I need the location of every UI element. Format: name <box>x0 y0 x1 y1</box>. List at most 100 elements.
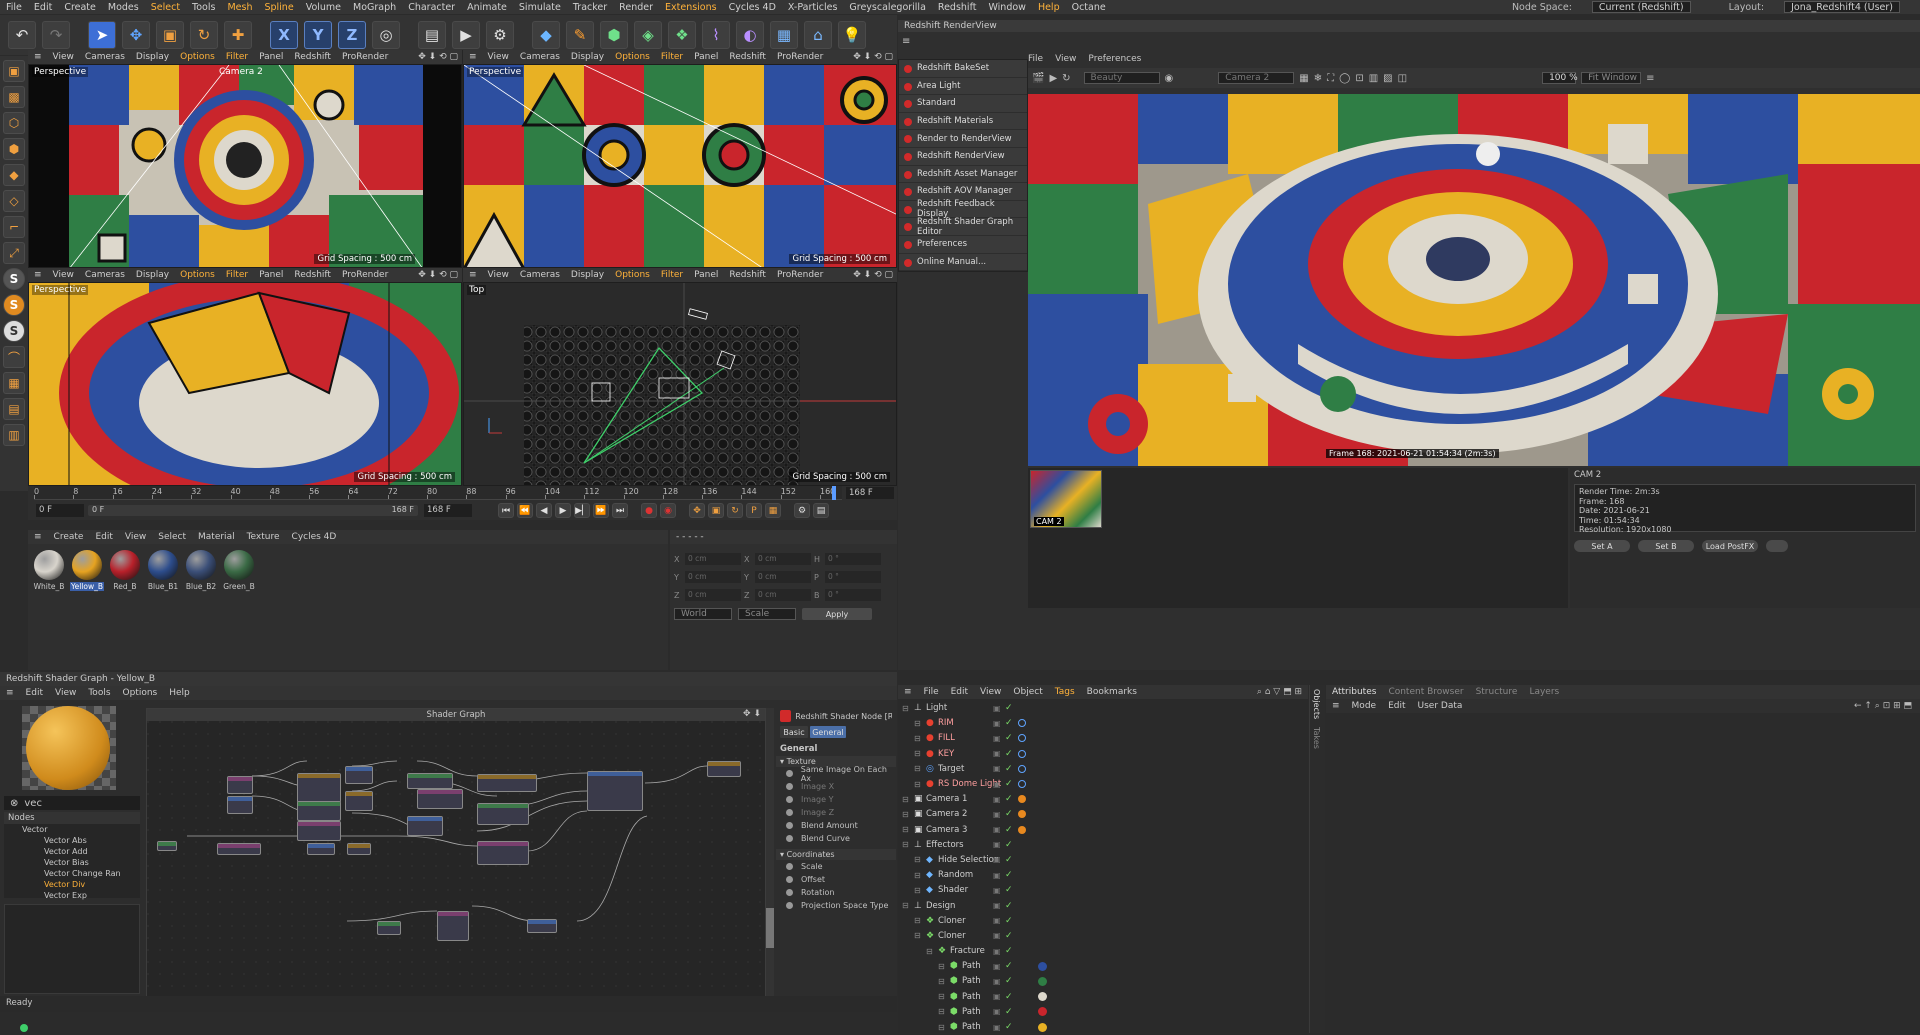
material-menu-icon[interactable]: ≡ <box>34 532 42 542</box>
menu-help[interactable]: Help <box>1038 2 1060 13</box>
menu-spline[interactable]: Spline <box>264 2 293 13</box>
object-row[interactable]: ⊟ ⬢ Path ▣ ✓ <box>898 1005 1308 1020</box>
coord-param-row[interactable]: Scale <box>776 860 896 873</box>
param-radio-icon[interactable] <box>786 863 793 870</box>
viewport-menu-cameras[interactable]: Cameras <box>85 52 125 62</box>
shader-menu-options[interactable]: Options <box>123 688 158 698</box>
polygons-mode-icon[interactable]: ◆ <box>3 164 25 186</box>
viewport-perspective-bl[interactable]: Perspective Grid Spacing : 500 cm <box>28 282 462 486</box>
cube-icon[interactable]: ◆ <box>532 21 560 49</box>
shader-menu-tools[interactable]: Tools <box>88 688 110 698</box>
viewport-menu-prorender[interactable]: ProRender <box>342 52 388 62</box>
viewport-top-br[interactable]: Top Grid Spacing : 500 cm <box>463 282 897 486</box>
attr-tab-structure[interactable]: Structure <box>1476 687 1518 697</box>
shader-node[interactable] <box>707 761 741 777</box>
viewport-menu-prorender[interactable]: ProRender <box>342 270 388 280</box>
object-name[interactable]: RS Dome Light <box>938 779 1001 789</box>
node-tree-item[interactable]: Vector Div <box>4 879 140 890</box>
redshift-menu-item[interactable]: Redshift BakeSet <box>899 60 1027 78</box>
renderview-extra-button[interactable] <box>1766 540 1788 552</box>
material-swatch[interactable]: Yellow_B <box>70 550 104 591</box>
timeline-playhead[interactable] <box>832 486 836 500</box>
autokey-icon[interactable]: ◉ <box>660 503 676 518</box>
enabled-check-icon[interactable]: ✓ <box>1005 992 1013 1002</box>
attr-tab-content-browser[interactable]: Content Browser <box>1388 687 1463 697</box>
menu-file[interactable]: File <box>6 2 22 13</box>
node-tree-item[interactable]: Vector Abs <box>4 835 140 846</box>
visibility-icon[interactable]: ▣ <box>993 734 1001 743</box>
shader-menu-help[interactable]: Help <box>169 688 190 698</box>
viewport-menu-panel[interactable]: Panel <box>694 52 718 62</box>
timeline-settings-icon[interactable]: ⚙ <box>794 503 810 518</box>
visibility-icon[interactable]: ▣ <box>993 704 1001 713</box>
object-name[interactable]: Shader <box>938 885 968 895</box>
y-axis-icon[interactable]: Y <box>304 21 332 49</box>
viewport-menu-panel[interactable]: Panel <box>259 52 283 62</box>
tag-icon[interactable] <box>1018 719 1026 728</box>
texture-param-row[interactable]: Same Image On Each Ax <box>776 765 896 783</box>
redshift-menu-item[interactable]: Render to RenderView <box>899 130 1027 148</box>
expand-icon[interactable]: ⊟ <box>902 795 909 804</box>
attr-menu-mode[interactable]: Mode <box>1352 701 1377 711</box>
object-name[interactable]: FILL <box>938 733 955 743</box>
shader-menu-edit[interactable]: Edit <box>26 688 43 698</box>
material-tag-icon[interactable] <box>1038 1007 1047 1017</box>
snapshot-icon[interactable]: ▦ <box>1299 73 1308 84</box>
shader-node[interactable] <box>297 801 341 821</box>
key-move-icon[interactable]: ✥ <box>689 503 705 518</box>
object-name[interactable]: Cloner <box>938 916 966 926</box>
redshift-menu-item[interactable]: Redshift RenderView <box>899 148 1027 166</box>
uv-mode-icon[interactable]: ◇ <box>3 190 25 212</box>
viewport-menu-panel[interactable]: Panel <box>694 270 718 280</box>
tag-icon[interactable] <box>1018 764 1026 773</box>
snowflake-icon[interactable]: ❄ <box>1314 73 1322 84</box>
material-menu-cycles-4d[interactable]: Cycles 4D <box>292 532 337 542</box>
viewport-menu-icon[interactable]: ≡ <box>469 52 477 62</box>
region-icon[interactable]: ⛶ <box>1327 73 1334 84</box>
object-row[interactable]: ⊟ ⬢ Path ▣ ✓ <box>898 959 1308 975</box>
expand-icon[interactable]: ⊟ <box>938 992 945 1001</box>
visibility-icon[interactable]: ▣ <box>993 977 1001 986</box>
expand-icon[interactable]: ⊟ <box>902 704 909 713</box>
expand-icon[interactable]: ⊟ <box>902 840 909 849</box>
om-menu-tags[interactable]: Tags <box>1055 687 1075 697</box>
enabled-check-icon[interactable]: ✓ <box>1005 764 1013 774</box>
enabled-check-icon[interactable]: ✓ <box>1005 901 1013 911</box>
object-row[interactable]: ⊟ ▣ Camera 1 ▣ ✓ <box>898 792 1308 808</box>
object-row[interactable]: ⊟ ◆ Hide Selection ▣ ✓ <box>898 853 1308 869</box>
viewport-menu-view[interactable]: View <box>53 270 74 280</box>
viewport-menu-display[interactable]: Display <box>136 270 169 280</box>
viewport-menu-icon[interactable]: ≡ <box>34 270 42 280</box>
enabled-check-icon[interactable]: ✓ <box>1005 749 1013 759</box>
z-axis-icon[interactable]: Z <box>338 21 366 49</box>
object-row[interactable]: ⊟ ◆ Random ▣ ✓ <box>898 868 1308 884</box>
material-tag-icon[interactable] <box>1038 1022 1047 1032</box>
tweak-mode-icon[interactable]: ⤢ <box>3 242 25 264</box>
enabled-check-icon[interactable]: ✓ <box>1005 794 1013 804</box>
viewport-perspective-tr[interactable]: Perspective Grid Spacing : 500 cm <box>463 64 897 268</box>
render-settings-icon[interactable]: ⚙ <box>486 21 514 49</box>
material-menu-material[interactable]: Material <box>198 532 235 542</box>
shader-node[interactable] <box>477 774 537 792</box>
move-icon[interactable]: ✥ <box>122 21 150 49</box>
floor-icon[interactable]: ▦ <box>770 21 798 49</box>
object-row[interactable]: ⊟ ❖ Cloner ▣ ✓ <box>898 929 1308 944</box>
param-radio-icon[interactable] <box>786 783 793 790</box>
material-menu-create[interactable]: Create <box>54 532 84 542</box>
enabled-check-icon[interactable]: ✓ <box>1005 976 1013 986</box>
visibility-icon[interactable]: ▣ <box>993 916 1001 925</box>
node-tree-item[interactable]: Vector Add <box>4 846 140 857</box>
generator-icon[interactable]: ⬢ <box>600 21 628 49</box>
tab-basic[interactable]: Basic <box>780 726 808 738</box>
menu-window[interactable]: Window <box>988 2 1025 13</box>
viewport-menu-options[interactable]: Options <box>180 52 215 62</box>
om-menu-edit[interactable]: Edit <box>951 687 968 697</box>
circle-icon[interactable]: ◯ <box>1339 73 1350 84</box>
material-tag-icon[interactable] <box>1038 992 1047 1002</box>
shader-node[interactable] <box>527 919 557 933</box>
om-menu-icon[interactable]: ≡ <box>904 687 912 697</box>
grid-toggle-icon[interactable]: ▥ <box>1369 73 1378 84</box>
menu-select[interactable]: Select <box>151 2 180 13</box>
material-swatch[interactable]: Blue_B1 <box>146 550 180 591</box>
object-name[interactable]: Camera 2 <box>926 809 967 819</box>
